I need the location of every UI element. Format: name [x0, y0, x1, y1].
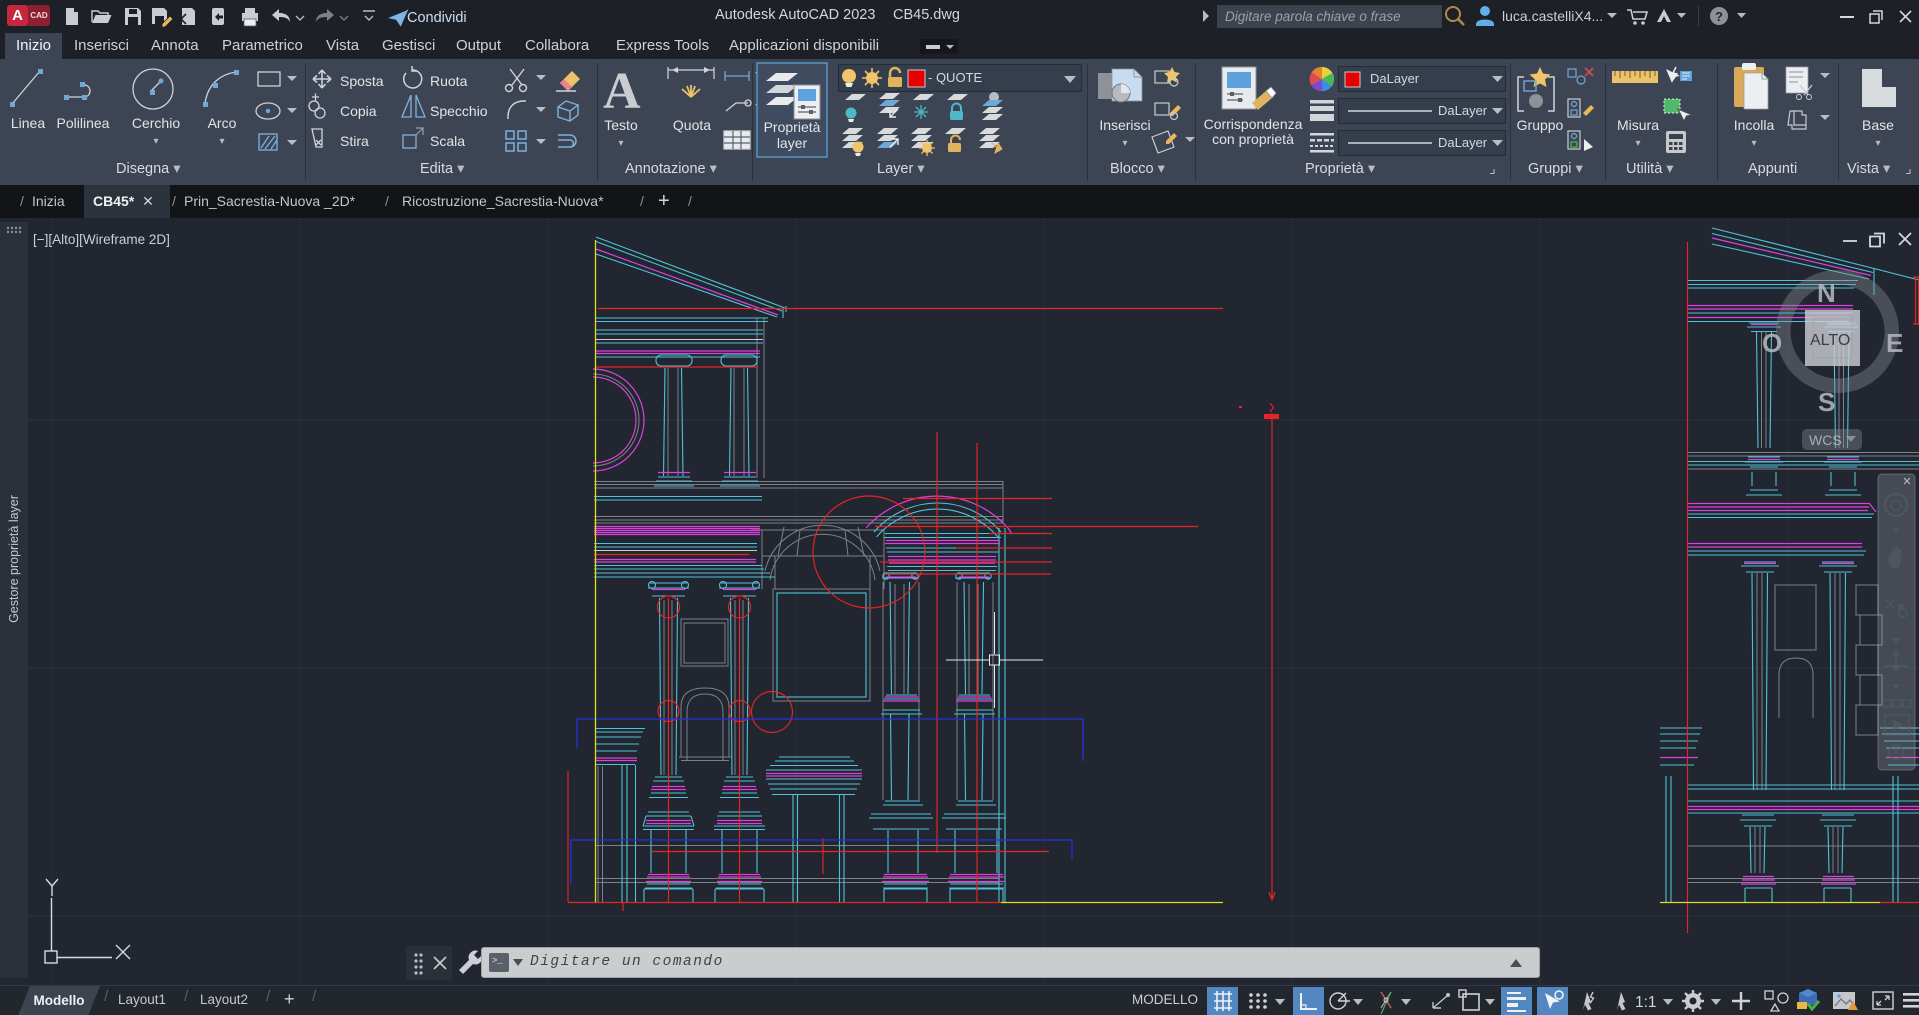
svg-text:1:1: 1:1	[1635, 994, 1657, 1011]
svg-text:WCS: WCS	[1809, 432, 1842, 448]
svg-text:ALTO: ALTO	[1810, 332, 1850, 349]
svg-text:E: E	[1886, 328, 1903, 358]
svg-text:?: ?	[1715, 9, 1723, 24]
svg-text:O: O	[1762, 328, 1782, 358]
svg-text:Digitare parola chiave o frase: Digitare parola chiave o frase	[1225, 9, 1401, 24]
svg-text:luca.castelliX4...: luca.castelliX4...	[1502, 8, 1603, 24]
svg-text:Condividi: Condividi	[407, 10, 467, 26]
svg-text:S: S	[1818, 387, 1835, 417]
svg-text:N: N	[1817, 278, 1836, 308]
svg-text:A: A	[603, 63, 641, 120]
svg-text:[−][Alto][Wireframe 2D]: [−][Alto][Wireframe 2D]	[33, 232, 170, 247]
